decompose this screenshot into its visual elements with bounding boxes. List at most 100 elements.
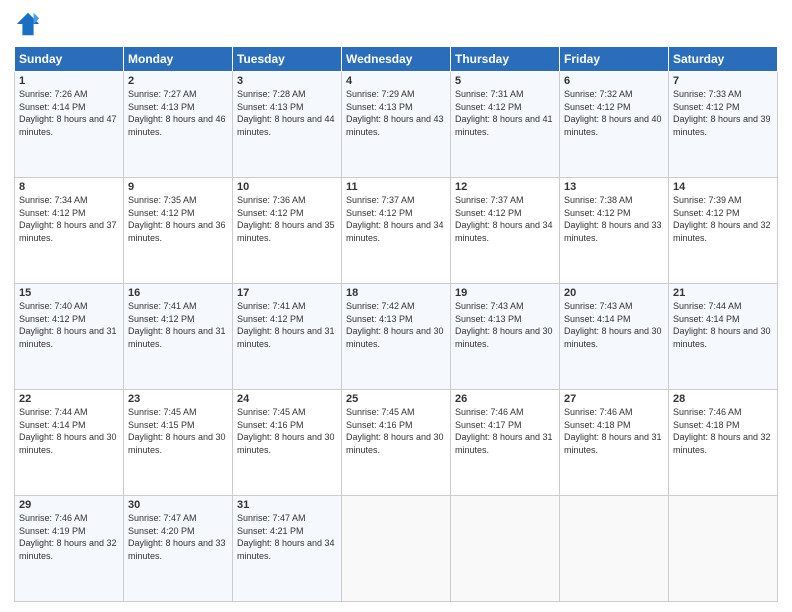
cell-info: Sunrise: 7:46 AMSunset: 4:17 PMDaylight:… (455, 407, 553, 455)
day-number: 10 (237, 181, 337, 193)
table-row: 4 Sunrise: 7:29 AMSunset: 4:13 PMDayligh… (342, 72, 451, 178)
cell-info: Sunrise: 7:36 AMSunset: 4:12 PMDaylight:… (237, 195, 335, 243)
table-row: 28 Sunrise: 7:46 AMSunset: 4:18 PMDaylig… (669, 390, 778, 496)
table-row: 1 Sunrise: 7:26 AMSunset: 4:14 PMDayligh… (15, 72, 124, 178)
day-number: 6 (564, 75, 664, 87)
table-row: 3 Sunrise: 7:28 AMSunset: 4:13 PMDayligh… (233, 72, 342, 178)
col-header-tuesday: Tuesday (233, 47, 342, 72)
table-row: 15 Sunrise: 7:40 AMSunset: 4:12 PMDaylig… (15, 284, 124, 390)
cell-info: Sunrise: 7:45 AMSunset: 4:16 PMDaylight:… (237, 407, 335, 455)
day-number: 15 (19, 287, 119, 299)
day-number: 12 (455, 181, 555, 193)
day-number: 7 (673, 75, 773, 87)
table-row: 8 Sunrise: 7:34 AMSunset: 4:12 PMDayligh… (15, 178, 124, 284)
day-number: 5 (455, 75, 555, 87)
logo (14, 10, 46, 38)
table-row: 11 Sunrise: 7:37 AMSunset: 4:12 PMDaylig… (342, 178, 451, 284)
day-number: 14 (673, 181, 773, 193)
day-number: 29 (19, 499, 119, 511)
day-number: 2 (128, 75, 228, 87)
day-number: 25 (346, 393, 446, 405)
cell-info: Sunrise: 7:43 AMSunset: 4:14 PMDaylight:… (564, 301, 662, 349)
col-header-saturday: Saturday (669, 47, 778, 72)
page: SundayMondayTuesdayWednesdayThursdayFrid… (0, 0, 792, 612)
table-row: 6 Sunrise: 7:32 AMSunset: 4:12 PMDayligh… (560, 72, 669, 178)
cell-info: Sunrise: 7:43 AMSunset: 4:13 PMDaylight:… (455, 301, 553, 349)
table-row: 13 Sunrise: 7:38 AMSunset: 4:12 PMDaylig… (560, 178, 669, 284)
table-row: 5 Sunrise: 7:31 AMSunset: 4:12 PMDayligh… (451, 72, 560, 178)
cell-info: Sunrise: 7:37 AMSunset: 4:12 PMDaylight:… (346, 195, 444, 243)
table-row: 25 Sunrise: 7:45 AMSunset: 4:16 PMDaylig… (342, 390, 451, 496)
day-number: 9 (128, 181, 228, 193)
table-row: 26 Sunrise: 7:46 AMSunset: 4:17 PMDaylig… (451, 390, 560, 496)
table-row: 27 Sunrise: 7:46 AMSunset: 4:18 PMDaylig… (560, 390, 669, 496)
col-header-friday: Friday (560, 47, 669, 72)
day-number: 22 (19, 393, 119, 405)
cell-info: Sunrise: 7:34 AMSunset: 4:12 PMDaylight:… (19, 195, 117, 243)
day-number: 28 (673, 393, 773, 405)
table-row: 20 Sunrise: 7:43 AMSunset: 4:14 PMDaylig… (560, 284, 669, 390)
cell-info: Sunrise: 7:32 AMSunset: 4:12 PMDaylight:… (564, 89, 662, 137)
cell-info: Sunrise: 7:46 AMSunset: 4:18 PMDaylight:… (673, 407, 771, 455)
cell-info: Sunrise: 7:40 AMSunset: 4:12 PMDaylight:… (19, 301, 117, 349)
calendar-table: SundayMondayTuesdayWednesdayThursdayFrid… (14, 46, 778, 602)
cell-info: Sunrise: 7:26 AMSunset: 4:14 PMDaylight:… (19, 89, 117, 137)
cell-info: Sunrise: 7:45 AMSunset: 4:16 PMDaylight:… (346, 407, 444, 455)
day-number: 30 (128, 499, 228, 511)
cell-info: Sunrise: 7:46 AMSunset: 4:19 PMDaylight:… (19, 513, 117, 561)
logo-icon (14, 10, 42, 38)
table-row: 16 Sunrise: 7:41 AMSunset: 4:12 PMDaylig… (124, 284, 233, 390)
cell-info: Sunrise: 7:41 AMSunset: 4:12 PMDaylight:… (237, 301, 335, 349)
day-number: 26 (455, 393, 555, 405)
day-number: 4 (346, 75, 446, 87)
day-number: 3 (237, 75, 337, 87)
day-number: 16 (128, 287, 228, 299)
col-header-thursday: Thursday (451, 47, 560, 72)
table-row: 7 Sunrise: 7:33 AMSunset: 4:12 PMDayligh… (669, 72, 778, 178)
col-header-sunday: Sunday (15, 47, 124, 72)
cell-info: Sunrise: 7:29 AMSunset: 4:13 PMDaylight:… (346, 89, 444, 137)
table-row: 12 Sunrise: 7:37 AMSunset: 4:12 PMDaylig… (451, 178, 560, 284)
day-number: 8 (19, 181, 119, 193)
col-header-wednesday: Wednesday (342, 47, 451, 72)
table-row: 24 Sunrise: 7:45 AMSunset: 4:16 PMDaylig… (233, 390, 342, 496)
table-row: 9 Sunrise: 7:35 AMSunset: 4:12 PMDayligh… (124, 178, 233, 284)
day-number: 19 (455, 287, 555, 299)
day-number: 20 (564, 287, 664, 299)
table-row: 10 Sunrise: 7:36 AMSunset: 4:12 PMDaylig… (233, 178, 342, 284)
cell-info: Sunrise: 7:42 AMSunset: 4:13 PMDaylight:… (346, 301, 444, 349)
table-row: 14 Sunrise: 7:39 AMSunset: 4:12 PMDaylig… (669, 178, 778, 284)
day-number: 1 (19, 75, 119, 87)
day-number: 31 (237, 499, 337, 511)
table-row: 30 Sunrise: 7:47 AMSunset: 4:20 PMDaylig… (124, 496, 233, 602)
table-row: 19 Sunrise: 7:43 AMSunset: 4:13 PMDaylig… (451, 284, 560, 390)
cell-info: Sunrise: 7:46 AMSunset: 4:18 PMDaylight:… (564, 407, 662, 455)
table-row (451, 496, 560, 602)
cell-info: Sunrise: 7:27 AMSunset: 4:13 PMDaylight:… (128, 89, 226, 137)
table-row: 21 Sunrise: 7:44 AMSunset: 4:14 PMDaylig… (669, 284, 778, 390)
table-row: 23 Sunrise: 7:45 AMSunset: 4:15 PMDaylig… (124, 390, 233, 496)
cell-info: Sunrise: 7:35 AMSunset: 4:12 PMDaylight:… (128, 195, 226, 243)
table-row: 29 Sunrise: 7:46 AMSunset: 4:19 PMDaylig… (15, 496, 124, 602)
day-number: 24 (237, 393, 337, 405)
cell-info: Sunrise: 7:38 AMSunset: 4:12 PMDaylight:… (564, 195, 662, 243)
cell-info: Sunrise: 7:39 AMSunset: 4:12 PMDaylight:… (673, 195, 771, 243)
table-row (342, 496, 451, 602)
cell-info: Sunrise: 7:28 AMSunset: 4:13 PMDaylight:… (237, 89, 335, 137)
col-header-monday: Monday (124, 47, 233, 72)
table-row: 2 Sunrise: 7:27 AMSunset: 4:13 PMDayligh… (124, 72, 233, 178)
table-row (669, 496, 778, 602)
day-number: 23 (128, 393, 228, 405)
cell-info: Sunrise: 7:45 AMSunset: 4:15 PMDaylight:… (128, 407, 226, 455)
cell-info: Sunrise: 7:37 AMSunset: 4:12 PMDaylight:… (455, 195, 553, 243)
day-number: 27 (564, 393, 664, 405)
table-row (560, 496, 669, 602)
day-number: 21 (673, 287, 773, 299)
table-row: 22 Sunrise: 7:44 AMSunset: 4:14 PMDaylig… (15, 390, 124, 496)
cell-info: Sunrise: 7:33 AMSunset: 4:12 PMDaylight:… (673, 89, 771, 137)
header (14, 10, 778, 38)
table-row: 18 Sunrise: 7:42 AMSunset: 4:13 PMDaylig… (342, 284, 451, 390)
cell-info: Sunrise: 7:47 AMSunset: 4:20 PMDaylight:… (128, 513, 226, 561)
day-number: 13 (564, 181, 664, 193)
day-number: 11 (346, 181, 446, 193)
